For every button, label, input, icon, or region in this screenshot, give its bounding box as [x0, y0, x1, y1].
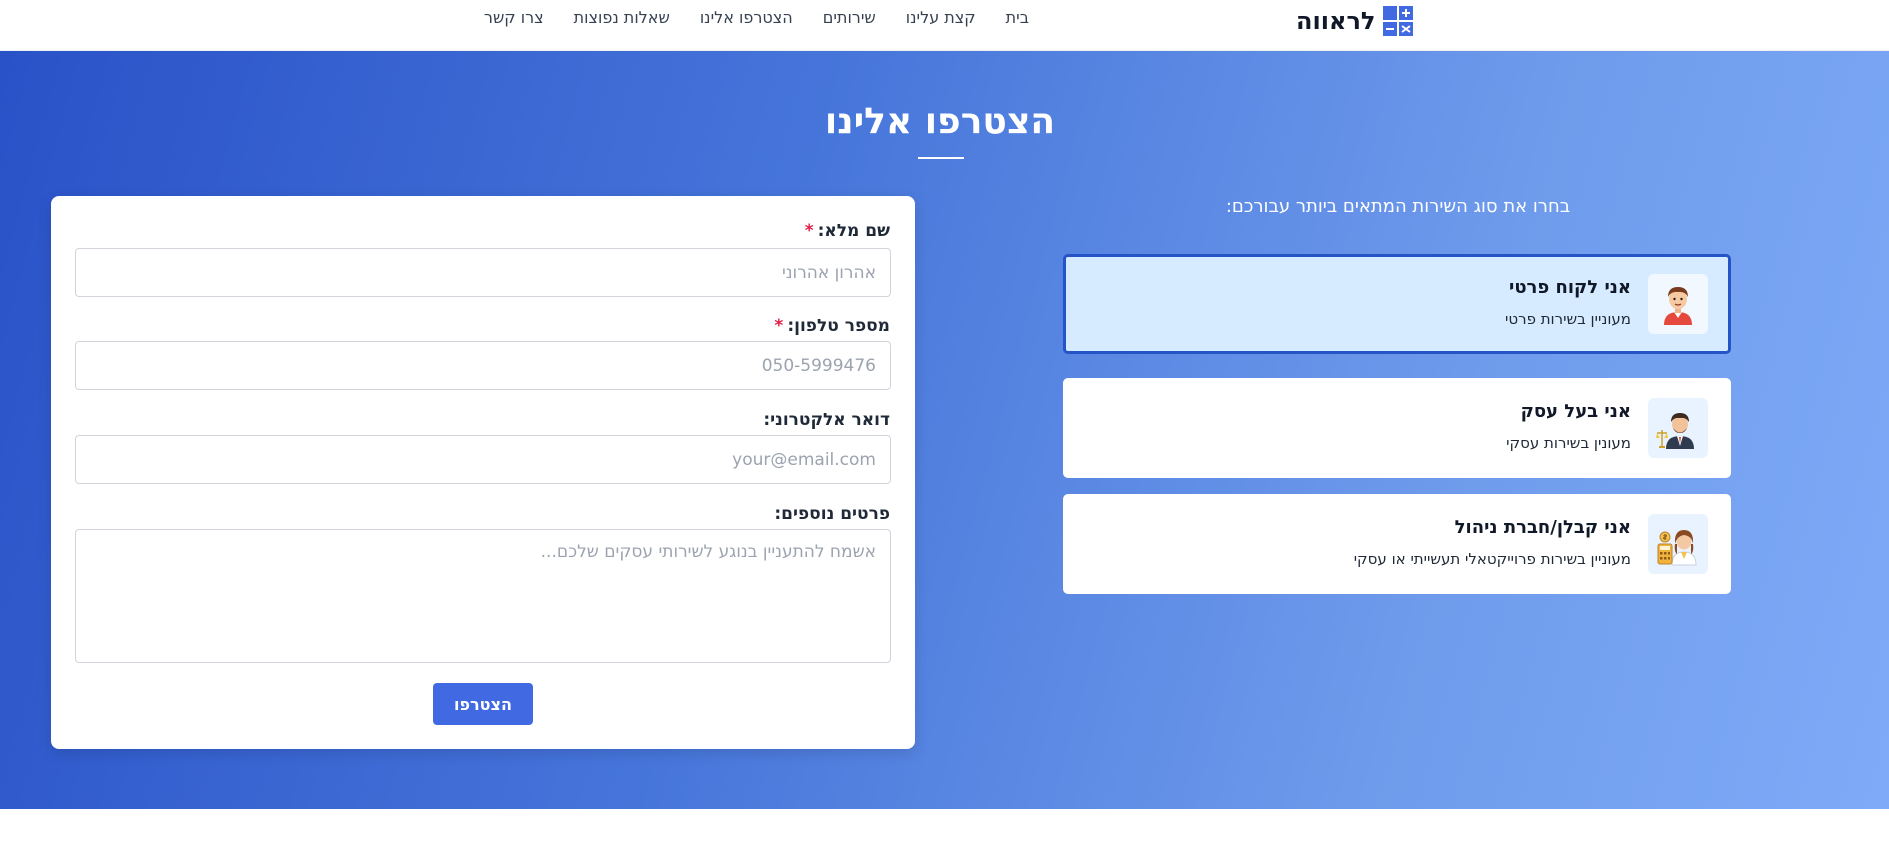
service-type-prompt: בחרו את סוג השירות המתאים ביותר עבורכם: [1225, 196, 1571, 217]
site-header: לראווה בית קצת עלינו שירותים הצטרפו אלינ… [0, 0, 1889, 51]
business-owner-icon [1648, 398, 1708, 458]
service-type-card-private[interactable]: אני לקוח פרטי מעוניין בשירות פרטי [1063, 254, 1731, 354]
service-type-description: מעונין בשירות עסקי [1506, 434, 1631, 452]
main-nav: בית קצת עלינו שירותים הצטרפו אלינו שאלות… [484, 6, 1029, 30]
service-type-description: מעוניין בשירות פרטי [1505, 310, 1631, 328]
service-type-card-business[interactable]: אני בעל עסק מעונין בשירות עסקי [1063, 378, 1731, 478]
title-underline [918, 157, 964, 159]
page-title: הצטרפו אלינו [824, 101, 1056, 142]
full-name-input[interactable] [75, 248, 891, 297]
full-name-label: שם מלא:* [804, 221, 890, 241]
email-input[interactable] [75, 435, 891, 484]
service-type-title: אני בעל עסק [1520, 401, 1631, 422]
nav-link-join[interactable]: הצטרפו אלינו [700, 6, 793, 30]
logo[interactable]: לראווה [1296, 4, 1414, 38]
nav-link-about[interactable]: קצת עלינו [906, 6, 976, 30]
phone-label: מספר טלפון:* [774, 316, 890, 336]
nav-link-services[interactable]: שירותים [823, 6, 876, 30]
service-type-title: אני קבלן/חברת ניהול [1454, 517, 1631, 538]
service-type-description: מעוניין בשירות פרוייקטאלי תעשייתי או עסק… [1353, 550, 1631, 568]
nav-link-faq[interactable]: שאלות נפוצות [574, 6, 670, 30]
email-label: דואר אלקטרוני: [763, 410, 890, 430]
private-customer-icon [1648, 274, 1708, 334]
logo-icon [1383, 6, 1414, 36]
service-type-title: אני לקוח פרטי [1509, 277, 1631, 298]
nav-link-home[interactable]: בית [1006, 6, 1029, 30]
submit-button[interactable]: הצטרפו [433, 683, 533, 725]
required-mark: * [774, 316, 784, 336]
details-textarea[interactable] [75, 529, 891, 663]
join-section: הצטרפו אלינו שם מלא:* מספר טלפון:* דואר … [0, 51, 1889, 809]
join-form: שם מלא:* מספר טלפון:* דואר אלקטרוני: פרט… [51, 196, 915, 749]
details-label: פרטים נוספים: [774, 504, 890, 524]
logo-text: לראווה [1296, 7, 1376, 35]
contractor-icon [1648, 514, 1708, 574]
phone-input[interactable] [75, 341, 891, 390]
required-mark: * [804, 221, 814, 241]
service-type-card-contractor[interactable]: אני קבלן/חברת ניהול מעוניין בשירות פרויי… [1063, 494, 1731, 594]
nav-link-contact[interactable]: צרו קשר [484, 6, 544, 30]
